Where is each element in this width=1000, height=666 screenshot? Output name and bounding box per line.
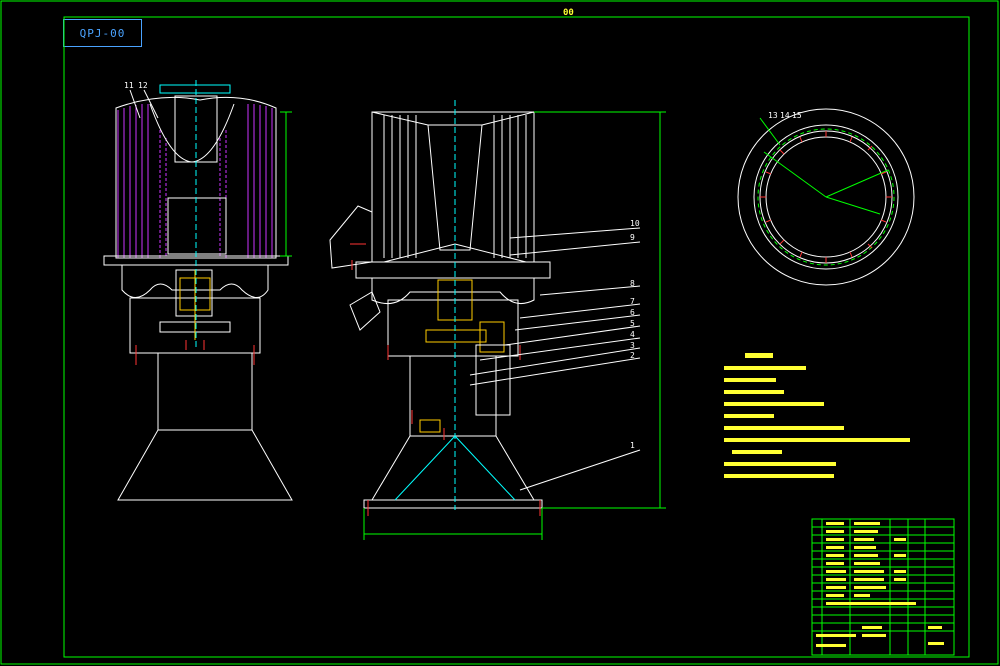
right-callout: 15 (792, 111, 802, 120)
center-callout: 6 (630, 308, 635, 317)
right-callout: 14 (780, 111, 790, 120)
center-callout: 4 (630, 330, 635, 339)
center-callout: 1 (630, 441, 635, 450)
inner-border (63, 16, 970, 658)
left-view: 11 12 (103, 80, 293, 501)
right-view: 13 14 15 (737, 108, 915, 286)
center-callout: 5 (630, 319, 635, 328)
center-callout: 7 (630, 297, 635, 306)
outer-border (0, 0, 999, 665)
center-callout: 10 (630, 219, 640, 228)
center-callout: 9 (630, 233, 635, 242)
left-hatch-region (117, 104, 273, 258)
center-callout: 2 (630, 351, 635, 360)
drawing-canvas: 11 12 10 9 8 7 6 5 4 3 2 1 13 14 15 (0, 0, 999, 665)
center-callout: 3 (630, 341, 635, 350)
right-callout: 13 (768, 111, 778, 120)
left-callout: 12 (138, 81, 148, 90)
center-view: 10 9 8 7 6 5 4 3 2 1 (329, 100, 666, 540)
left-callout: 11 (124, 81, 134, 90)
center-callout: 8 (630, 279, 635, 288)
technical-notes (724, 353, 910, 478)
